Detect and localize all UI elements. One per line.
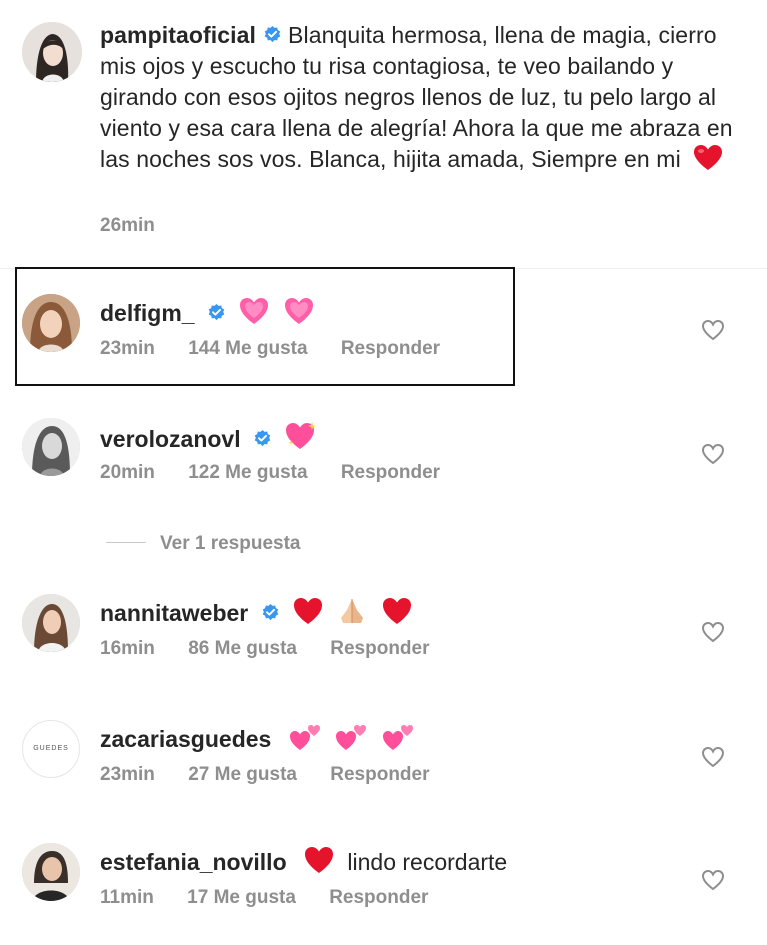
like-count[interactable]: 144 Me gusta [188, 338, 307, 359]
sparkling-heart-icon [286, 422, 317, 449]
comment-username[interactable]: zacariasguedes [100, 726, 271, 752]
comment-row: nannitaweber 16min 86 Me gusta Responder [0, 594, 767, 696]
avatar[interactable]: GUEDES [22, 720, 80, 778]
comment-line: estefania_novillo lindo recordarte [100, 845, 507, 877]
comment-time: 23min [100, 764, 155, 785]
comment-time: 16min [100, 638, 155, 659]
growing-heart-icon [240, 298, 269, 324]
red-heart-icon [305, 847, 334, 873]
like-heart-icon[interactable] [701, 319, 725, 341]
verified-badge-icon [264, 25, 280, 43]
profile-photo-icon [22, 294, 80, 352]
comment-meta: 20min 122 Me gusta Responder [100, 462, 468, 484]
two-hearts-icon [336, 725, 367, 750]
avatar[interactable] [22, 594, 80, 652]
folded-hands-icon [341, 599, 364, 623]
reply-button[interactable]: Responder [330, 638, 429, 659]
like-heart-icon[interactable] [701, 746, 725, 768]
comment-username[interactable]: delfigm_ [100, 300, 195, 326]
reply-button[interactable]: Responder [330, 764, 429, 785]
comment-time: 23min [100, 338, 155, 359]
verified-badge-icon [262, 603, 278, 621]
post-caption: pampitaoficial Blanquita hermosa, llena … [0, 0, 767, 268]
comment-row: delfigm_ 23min 144 Me gusta Responder [0, 294, 767, 396]
avatar[interactable] [22, 418, 80, 476]
like-count[interactable]: 17 Me gusta [187, 887, 296, 908]
comment-line: nannitaweber [100, 596, 413, 628]
comment-line: zacariasguedes [100, 722, 415, 754]
avatar[interactable] [22, 22, 82, 82]
growing-heart-icon [284, 298, 313, 324]
reply-button[interactable]: Responder [341, 338, 440, 359]
comment-time: 20min [100, 462, 155, 483]
view-replies-button[interactable]: Ver 1 respuesta [106, 533, 300, 555]
avatar[interactable] [22, 843, 80, 901]
like-count[interactable]: 122 Me gusta [188, 462, 307, 483]
two-hearts-icon [289, 725, 320, 750]
profile-photo-icon [22, 594, 80, 652]
reply-button[interactable]: Responder [341, 462, 440, 483]
comment-line: delfigm_ [100, 296, 315, 328]
comment-meta: 11min 17 Me gusta Responder [100, 887, 456, 909]
comment-meta: 16min 86 Me gusta Responder [100, 638, 458, 660]
comment-username[interactable]: nannitaweber [100, 600, 248, 626]
comment-meta: 23min 27 Me gusta Responder [100, 764, 458, 786]
view-replies-label: Ver 1 respuesta [160, 533, 301, 554]
two-hearts-icon [382, 725, 413, 750]
profile-photo-icon [22, 843, 80, 901]
like-count[interactable]: 27 Me gusta [188, 764, 297, 785]
profile-photo-icon [22, 418, 80, 476]
caption-text-block: pampitaoficial Blanquita hermosa, llena … [100, 20, 740, 175]
like-count[interactable]: 86 Me gusta [188, 638, 297, 659]
red-heart-icon [294, 598, 323, 624]
comment-meta: 23min 144 Me gusta Responder [100, 338, 468, 360]
profile-photo-icon [22, 22, 82, 82]
comment-row: GUEDES zacariasguedes 23min 27 Me gusta … [0, 720, 767, 822]
comment-row: verolozanovl 20min 122 Me gusta Responde… [0, 418, 767, 520]
comment-row: estefania_novillo lindo recordarte 11min… [0, 843, 767, 945]
like-heart-icon[interactable] [701, 621, 725, 643]
comment-line: verolozanovl [100, 420, 318, 454]
reply-button[interactable]: Responder [329, 887, 428, 908]
like-heart-icon[interactable] [701, 869, 725, 891]
verified-badge-icon [254, 429, 271, 447]
comment-text: lindo recordarte [347, 849, 508, 875]
comment-username[interactable]: estefania_novillo [100, 849, 287, 875]
caption-time: 26min [100, 215, 155, 236]
caption-username[interactable]: pampitaoficial [100, 22, 256, 48]
avatar[interactable] [22, 294, 80, 352]
comment-username[interactable]: verolozanovl [100, 426, 241, 452]
replies-divider [106, 542, 146, 543]
verified-badge-icon [208, 303, 225, 321]
red-heart-icon [694, 145, 723, 170]
avatar-logo-text: GUEDES [33, 745, 69, 752]
comment-time: 11min [100, 887, 154, 908]
like-heart-icon[interactable] [701, 443, 725, 465]
red-heart-icon [382, 598, 411, 624]
